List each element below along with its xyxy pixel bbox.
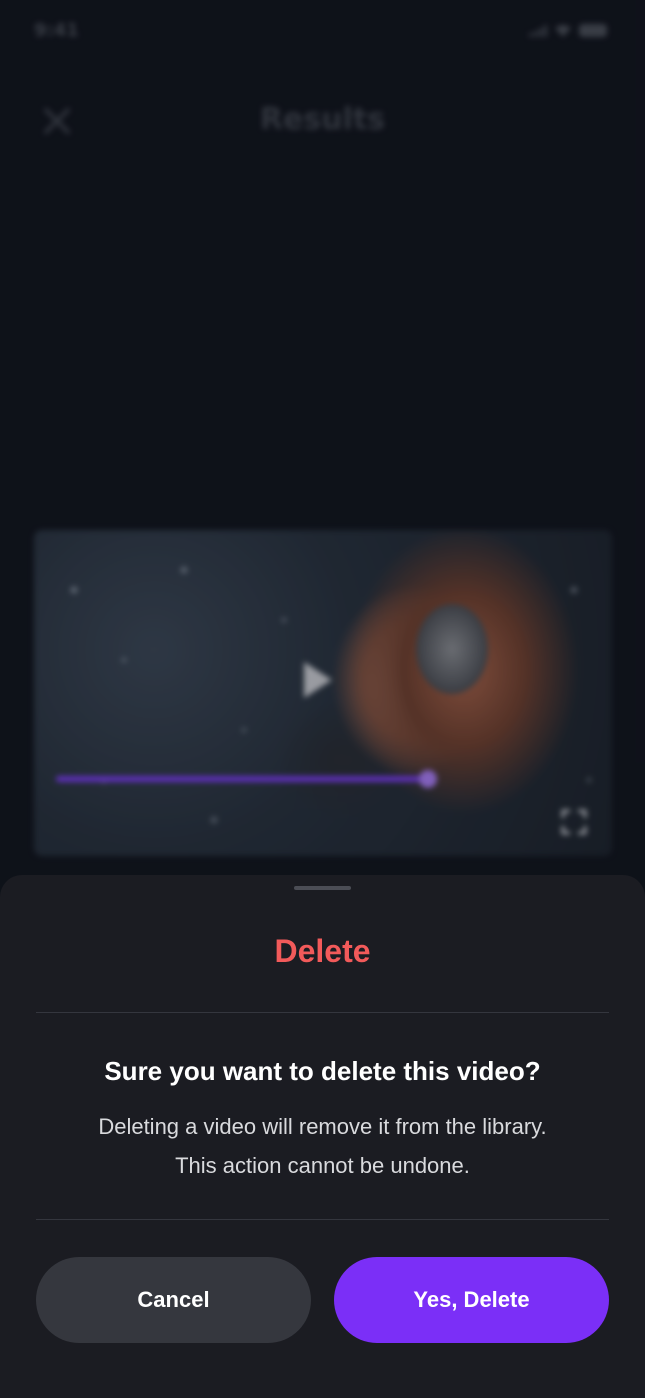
app-screen: 9:41 Results Delete Sure you want to del… <box>0 0 645 1398</box>
dialog-question: Sure you want to delete this video? <box>104 1056 541 1086</box>
divider <box>36 1219 609 1220</box>
sheet-grabber[interactable] <box>294 886 351 890</box>
dialog-description-line1: Deleting a video will remove it from the… <box>98 1114 547 1139</box>
dialog-description: Deleting a video will remove it from the… <box>40 1107 605 1185</box>
cancel-button[interactable]: Cancel <box>36 1257 311 1343</box>
delete-bottom-sheet: Delete Sure you want to delete this vide… <box>0 875 645 1398</box>
divider <box>36 1012 609 1013</box>
dialog-title: Delete <box>274 933 371 969</box>
dialog-description-line2: This action cannot be undone. <box>175 1153 470 1178</box>
confirm-delete-button[interactable]: Yes, Delete <box>334 1257 609 1343</box>
